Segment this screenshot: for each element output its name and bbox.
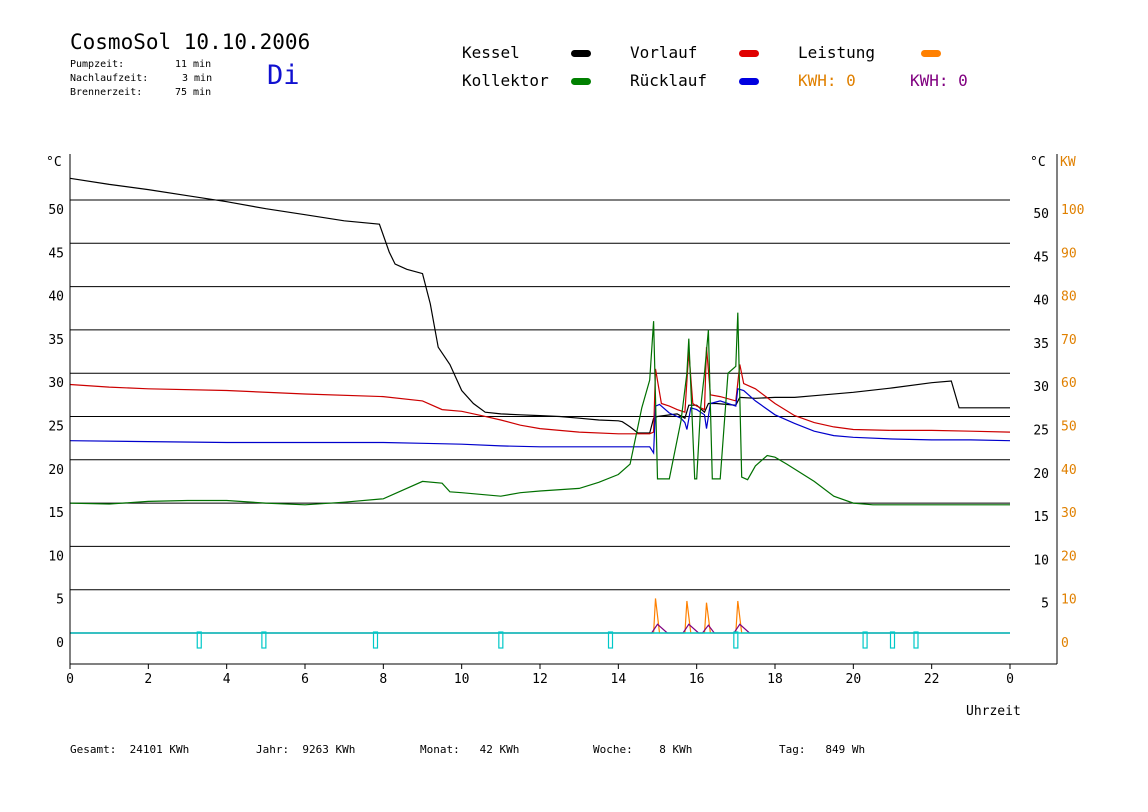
y-tick-label-left: 10 xyxy=(48,549,64,564)
series-line-kessel xyxy=(69,177,1010,434)
y2-tick-label: 30 xyxy=(1061,506,1077,521)
x-tick-label: 8 xyxy=(379,672,387,687)
y2-tick-label: 40 xyxy=(1061,463,1077,478)
y-tick-label-right: 15 xyxy=(1033,510,1049,525)
y2-tick-label: 0 xyxy=(1061,636,1069,651)
y2-tick-label: 10 xyxy=(1061,593,1077,608)
x-tick-label: 22 xyxy=(924,672,940,687)
series-line-kollektor xyxy=(69,312,1010,506)
chart-canvas: 0 2 4 6 8 10 12 14 16 18 20 22 0 Uhrzeit °C 0 5 10 15 20 25 3… xyxy=(46,154,1084,719)
legend-kessel-label: Kessel xyxy=(462,43,520,62)
y-tick-label-right: 10 xyxy=(1033,553,1049,568)
legend-kwh-second: KWH: 0 xyxy=(910,71,968,90)
y2-tick-label: 70 xyxy=(1061,333,1077,348)
y2-tick-label: 60 xyxy=(1061,376,1077,391)
pump-mark xyxy=(913,631,919,649)
y-tick-label-left: 20 xyxy=(48,463,64,478)
y-tick-label-right: 20 xyxy=(1033,467,1049,482)
legend-kwh-leistung: KWH: 0 xyxy=(798,71,856,90)
pump-mark xyxy=(196,631,202,649)
pump-mark xyxy=(607,631,614,649)
x-tick-label: 14 xyxy=(611,672,627,687)
x-tick-label: 20 xyxy=(846,672,862,687)
y-tick-label-left: 35 xyxy=(48,333,64,348)
pump-mark xyxy=(261,631,267,649)
brenner-time-value: 75 min xyxy=(175,87,212,98)
x-tick-label: 0 xyxy=(66,672,74,687)
legend-vorlauf-label: Vorlauf xyxy=(630,43,698,62)
pump-time-value: 11 min xyxy=(175,59,212,70)
weekday-label: Di xyxy=(267,60,300,91)
y-tick-label-right: 40 xyxy=(1033,294,1049,309)
y-tick-label-right: 35 xyxy=(1033,337,1049,352)
y-tick-label-left: 5 xyxy=(56,593,64,608)
y-tick-label-left: 25 xyxy=(48,420,64,435)
y-tick-label-left: 30 xyxy=(48,376,64,391)
y2-tick-label: 90 xyxy=(1061,246,1077,261)
grid-lines xyxy=(70,199,1010,591)
series-line-r-cklauf xyxy=(69,388,1011,455)
x-tick-label: 2 xyxy=(144,672,152,687)
y-tick-label-left: 40 xyxy=(48,290,64,305)
footer-monat: Monat: 42 KWh xyxy=(420,743,520,756)
legend-kollektor-label: Kollektor xyxy=(462,71,549,90)
legend-ruecklauf-label: Rücklauf xyxy=(630,71,708,90)
legend-leistung-swatch xyxy=(921,50,941,57)
legend-kessel-swatch xyxy=(571,50,591,57)
axes xyxy=(69,154,1058,669)
y2-tick-label: 20 xyxy=(1061,549,1077,564)
legend-vorlauf-swatch xyxy=(739,50,759,57)
y-tick-label-left: 0 xyxy=(56,636,64,651)
x-tick-label: 10 xyxy=(454,672,470,687)
y-unit-right: °C xyxy=(1030,155,1046,170)
y-tick-label-right: 5 xyxy=(1041,597,1049,612)
y2-tick-label: 100 xyxy=(1061,203,1084,218)
footer-tag: Tag: 849 Wh xyxy=(779,743,866,756)
x-tick-label: 16 xyxy=(689,672,705,687)
x-axis-title: Uhrzeit xyxy=(966,704,1021,719)
footer-woche: Woche: 8 KWh xyxy=(593,743,693,756)
x-tick-label: 12 xyxy=(532,672,548,687)
nachlauf-time-value: 3 min xyxy=(182,73,213,84)
pump-mark xyxy=(372,631,379,649)
y2-unit: KW xyxy=(1060,155,1076,170)
y-tick-label-right: 45 xyxy=(1033,250,1049,265)
brenner-time-label: Brennerzeit: xyxy=(70,87,143,98)
y-tick-label-right: 30 xyxy=(1033,380,1049,395)
pump-mark xyxy=(889,631,896,649)
x-tick-label: 4 xyxy=(223,672,231,687)
series-line-leistung xyxy=(70,598,1010,634)
pump-marks xyxy=(196,631,919,649)
pump-mark xyxy=(862,631,868,649)
y-tick-label-right: 50 xyxy=(1033,207,1049,222)
y-unit-left: °C xyxy=(46,155,62,170)
footer-jahr: Jahr: 9263 KWh xyxy=(256,743,356,756)
series-line-leistung-kwh xyxy=(70,623,1010,634)
pump-mark xyxy=(498,631,504,649)
x-tick-label: 18 xyxy=(767,672,783,687)
nachlauf-time-label: Nachlaufzeit: xyxy=(70,73,149,84)
footer-gesamt: Gesamt: 24101 KWh xyxy=(70,743,190,756)
page-title: CosmoSol 10.10.2006 xyxy=(70,30,311,54)
pump-mark xyxy=(733,631,739,649)
x-tick-label: 0 xyxy=(1006,672,1014,687)
x-tick-label: 6 xyxy=(301,672,309,687)
y2-tick-label: 80 xyxy=(1061,290,1077,305)
y-tick-label-left: 15 xyxy=(48,506,64,521)
y-tick-label-right: 25 xyxy=(1033,424,1049,439)
y-tick-label-left: 50 xyxy=(48,203,64,218)
legend-kollektor-swatch xyxy=(571,78,591,85)
legend-ruecklauf-swatch xyxy=(739,78,759,85)
y-tick-label-left: 45 xyxy=(48,246,64,261)
series-lines xyxy=(69,177,1011,634)
y2-tick-label: 50 xyxy=(1061,420,1077,435)
pump-time-label: Pumpzeit: xyxy=(70,59,125,70)
legend-leistung-label: Leistung xyxy=(798,43,876,62)
